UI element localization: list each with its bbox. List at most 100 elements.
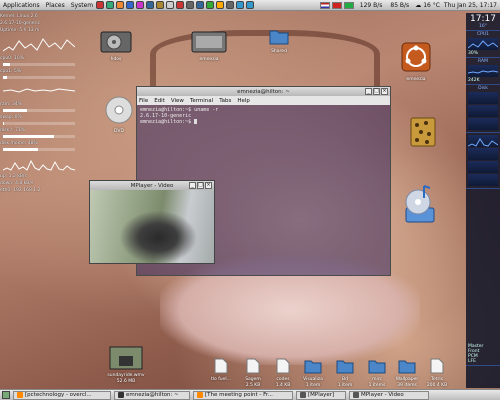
launcher-icon[interactable] [206, 1, 215, 9]
launcher-area [96, 1, 256, 9]
menu-places[interactable]: Places [43, 2, 68, 9]
cpu-sparkline [467, 38, 499, 50]
launcher-icon[interactable] [216, 1, 225, 9]
desktop-icon-emnezia-disk[interactable]: emnezia [186, 26, 232, 62]
terminal-prompt: emnezia@hilton:~$ [140, 119, 195, 125]
flag-icon[interactable] [331, 1, 342, 9]
desktop-icon[interactable]: Wallpaper 39 items [392, 358, 422, 388]
taskbar-button[interactable]: MPlayer - Video [349, 390, 429, 400]
dvd-icon [105, 96, 133, 124]
desktop-icon[interactable]: Visualiza 1 item [298, 358, 328, 388]
desktop-icon[interactable]: codes 1.4 KB [268, 358, 298, 388]
launcher-icon[interactable] [246, 1, 255, 9]
launcher-icon[interactable] [146, 1, 155, 9]
mplayer-window[interactable]: MPlayer - Video _ □ × [89, 180, 215, 264]
desktop-icon-label: Shared [271, 49, 287, 54]
maximize-button[interactable]: □ [373, 88, 380, 95]
conky-line: ram: 34% [0, 102, 22, 107]
menu-view[interactable]: View [171, 98, 184, 104]
swap-bar [3, 122, 75, 125]
desktop-icon[interactable]: Tetris 200.4 KB [422, 358, 452, 388]
cpu-graph [2, 35, 76, 53]
weather-temp[interactable]: 16 °C [423, 2, 440, 9]
flag-us-icon[interactable] [319, 1, 330, 9]
desktop-icon-sublabel: 200.4 KB [426, 383, 448, 388]
taskbar-button[interactable]: [The meeting point - Fr... [193, 390, 293, 400]
desktop-icon[interactable]: Sagem 2.5 KB [238, 358, 268, 388]
desktop-icon-leopard[interactable] [408, 114, 438, 150]
menu-help[interactable]: Help [237, 98, 250, 104]
desktop-icon-sundayride[interactable]: sundayride.wmv 52.6 MB [104, 346, 148, 384]
net-graph-svg [2, 159, 76, 171]
folder-icon [368, 360, 386, 374]
mplayer-video-frame[interactable] [90, 190, 214, 263]
launcher-icon[interactable] [186, 1, 195, 9]
taskbar-button[interactable]: emnezia@hilton: ~ [114, 390, 190, 400]
folder-icon [398, 360, 416, 374]
taskbar-button-label: [pctechnology - overcl... [25, 392, 92, 398]
launcher-icon[interactable] [126, 1, 135, 9]
conky-line: disk /home: 48% [0, 141, 38, 146]
desktop-icon-sublabel: 52.6 MB [116, 379, 136, 384]
desktop-icon-shared[interactable]: Shared [264, 26, 294, 54]
conky-line: up: 1.2 kB/s [0, 174, 27, 179]
conky-time: 17:17 [470, 14, 496, 24]
maximize-button[interactable]: □ [197, 182, 204, 189]
terminal-titlebar[interactable]: emnezia@hilton: ~ _ □ × [137, 87, 390, 96]
taskbar-button[interactable]: [MPlayer] [296, 390, 346, 400]
launcher-icon[interactable] [136, 1, 145, 9]
minimize-button[interactable]: _ [189, 182, 196, 189]
desktop-icon[interactable]: tlo fuel... [206, 358, 236, 382]
net-sparkline-3 [468, 161, 498, 173]
launcher-icon[interactable] [96, 1, 105, 9]
launcher-icon[interactable] [166, 1, 175, 9]
launcher-icon[interactable] [106, 1, 115, 9]
launcher-icon[interactable] [226, 1, 235, 9]
desktop-icon[interactable]: mirc 1 items [362, 358, 392, 388]
conky-line: cpu1: 5% [0, 69, 22, 74]
mixer-block: Master Front PCM LFE [466, 343, 500, 366]
mplayer-title: MPlayer - Video [130, 182, 174, 189]
menu-system[interactable]: System [68, 2, 96, 9]
close-button[interactable]: × [381, 88, 388, 95]
menu-edit[interactable]: Edit [154, 98, 165, 104]
clock[interactable]: Thu Jan 25, 17:17 [444, 2, 497, 9]
desktop-icon-dvd[interactable]: DVD [104, 96, 134, 134]
desktop-icon[interactable]: Bd 1 item [330, 358, 360, 388]
ram-label: RAM [478, 59, 488, 64]
desktop-icon-hdos[interactable]: hdos [96, 26, 136, 62]
cpu-sparkline-svg [467, 40, 499, 49]
task-app-icon [17, 392, 23, 398]
desktop-icon-sublabel: 2.5 KB [245, 383, 261, 388]
mplayer-titlebar[interactable]: MPlayer - Video _ □ × [90, 181, 214, 190]
show-desktop-icon[interactable] [2, 391, 10, 399]
minimize-button[interactable]: _ [365, 88, 372, 95]
disk-sparkline-3 [468, 118, 498, 130]
launcher-icon[interactable] [116, 1, 125, 9]
disk-sparkline-2 [468, 105, 498, 117]
terminal-title: emnezia@hilton: ~ [237, 88, 290, 95]
top-panel: Applications Places System 129 B/s 85 B/… [0, 0, 500, 11]
close-button[interactable]: × [205, 182, 212, 189]
weather-icon[interactable]: ☁ [415, 2, 421, 9]
launcher-icon[interactable] [196, 1, 205, 9]
cpu-graph-svg [2, 38, 76, 52]
desktop-icon-ubuntu[interactable]: emnezia [396, 40, 436, 82]
flag-icon[interactable] [343, 1, 354, 9]
desktop-icon-label: Sagem [245, 377, 261, 382]
net-up-readout: 85 B/s [390, 1, 410, 9]
task-app-icon [118, 392, 124, 398]
launcher-icon[interactable] [176, 1, 185, 9]
menu-applications[interactable]: Applications [0, 2, 43, 9]
conky-line: swap: 0% [0, 115, 22, 120]
menu-tabs[interactable]: Tabs [219, 98, 231, 104]
terminal-body[interactable]: emnezia@hilton:~$ uname -r 2.6.17-10-gen… [137, 105, 390, 127]
menu-file[interactable]: File [139, 98, 148, 104]
desktop-icon-media[interactable] [400, 182, 440, 228]
menu-terminal[interactable]: Terminal [190, 98, 213, 104]
net-sparkline [467, 135, 499, 147]
conky-line: disk /: 71% [0, 128, 25, 133]
taskbar-button[interactable]: [pctechnology - overcl... [13, 390, 111, 400]
launcher-icon[interactable] [236, 1, 245, 9]
launcher-icon[interactable] [156, 1, 165, 9]
